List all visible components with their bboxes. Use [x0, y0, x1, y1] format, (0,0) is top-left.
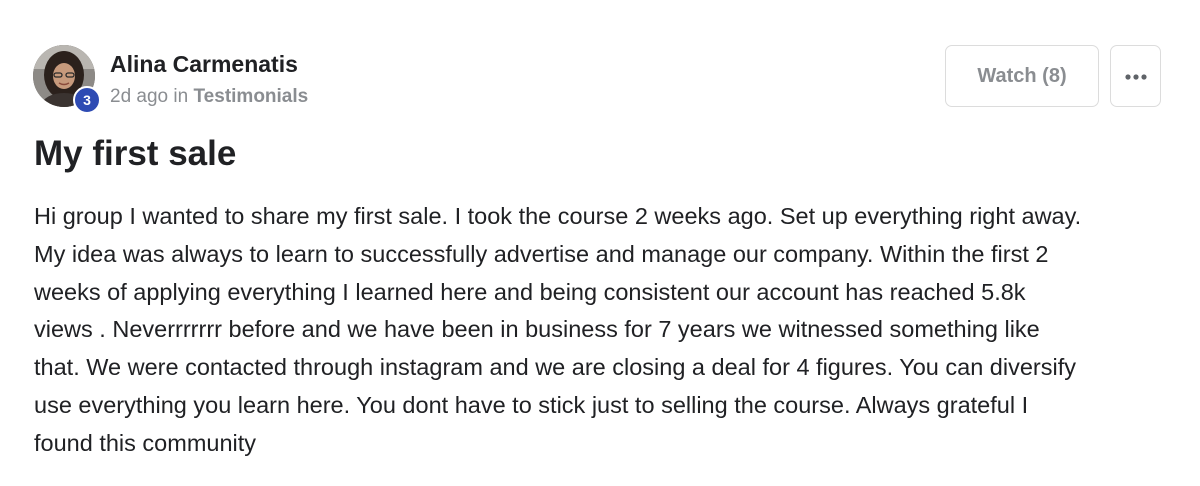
author-name[interactable]: Alina Carmenatis: [110, 51, 298, 78]
post-body: Hi group I wanted to share my first sale…: [34, 198, 1081, 463]
post-title: My first sale: [34, 134, 237, 173]
community-post: 3 Alina Carmenatis 2d ago in Testimonial…: [0, 0, 1200, 486]
more-options-button[interactable]: [1110, 45, 1161, 107]
post-body-line: found this community: [34, 429, 257, 456]
post-body-line: views . Neverrrrrrr before and we have b…: [34, 316, 1040, 343]
post-body-line: weeks of applying everything I learned h…: [34, 278, 1026, 305]
post-body-line: that. We were contacted through instagra…: [34, 354, 1076, 381]
level-badge: 3: [73, 86, 101, 114]
post-time: 2d ago: [110, 86, 169, 107]
post-meta: 2d ago in Testimonials: [110, 86, 308, 108]
post-meta-in: in: [173, 86, 189, 107]
post-body-line: Hi group I wanted to share my first sale…: [34, 203, 1082, 229]
post-body-line: use everything you learn here. You dont …: [34, 391, 1029, 418]
ellipsis-icon: [1125, 74, 1147, 80]
post-body-line: My idea was always to learn to successfu…: [34, 240, 1049, 267]
author-avatar-group[interactable]: 3: [33, 45, 101, 114]
watch-button[interactable]: Watch (8): [945, 45, 1099, 107]
category-link[interactable]: Testimonials: [193, 86, 308, 107]
